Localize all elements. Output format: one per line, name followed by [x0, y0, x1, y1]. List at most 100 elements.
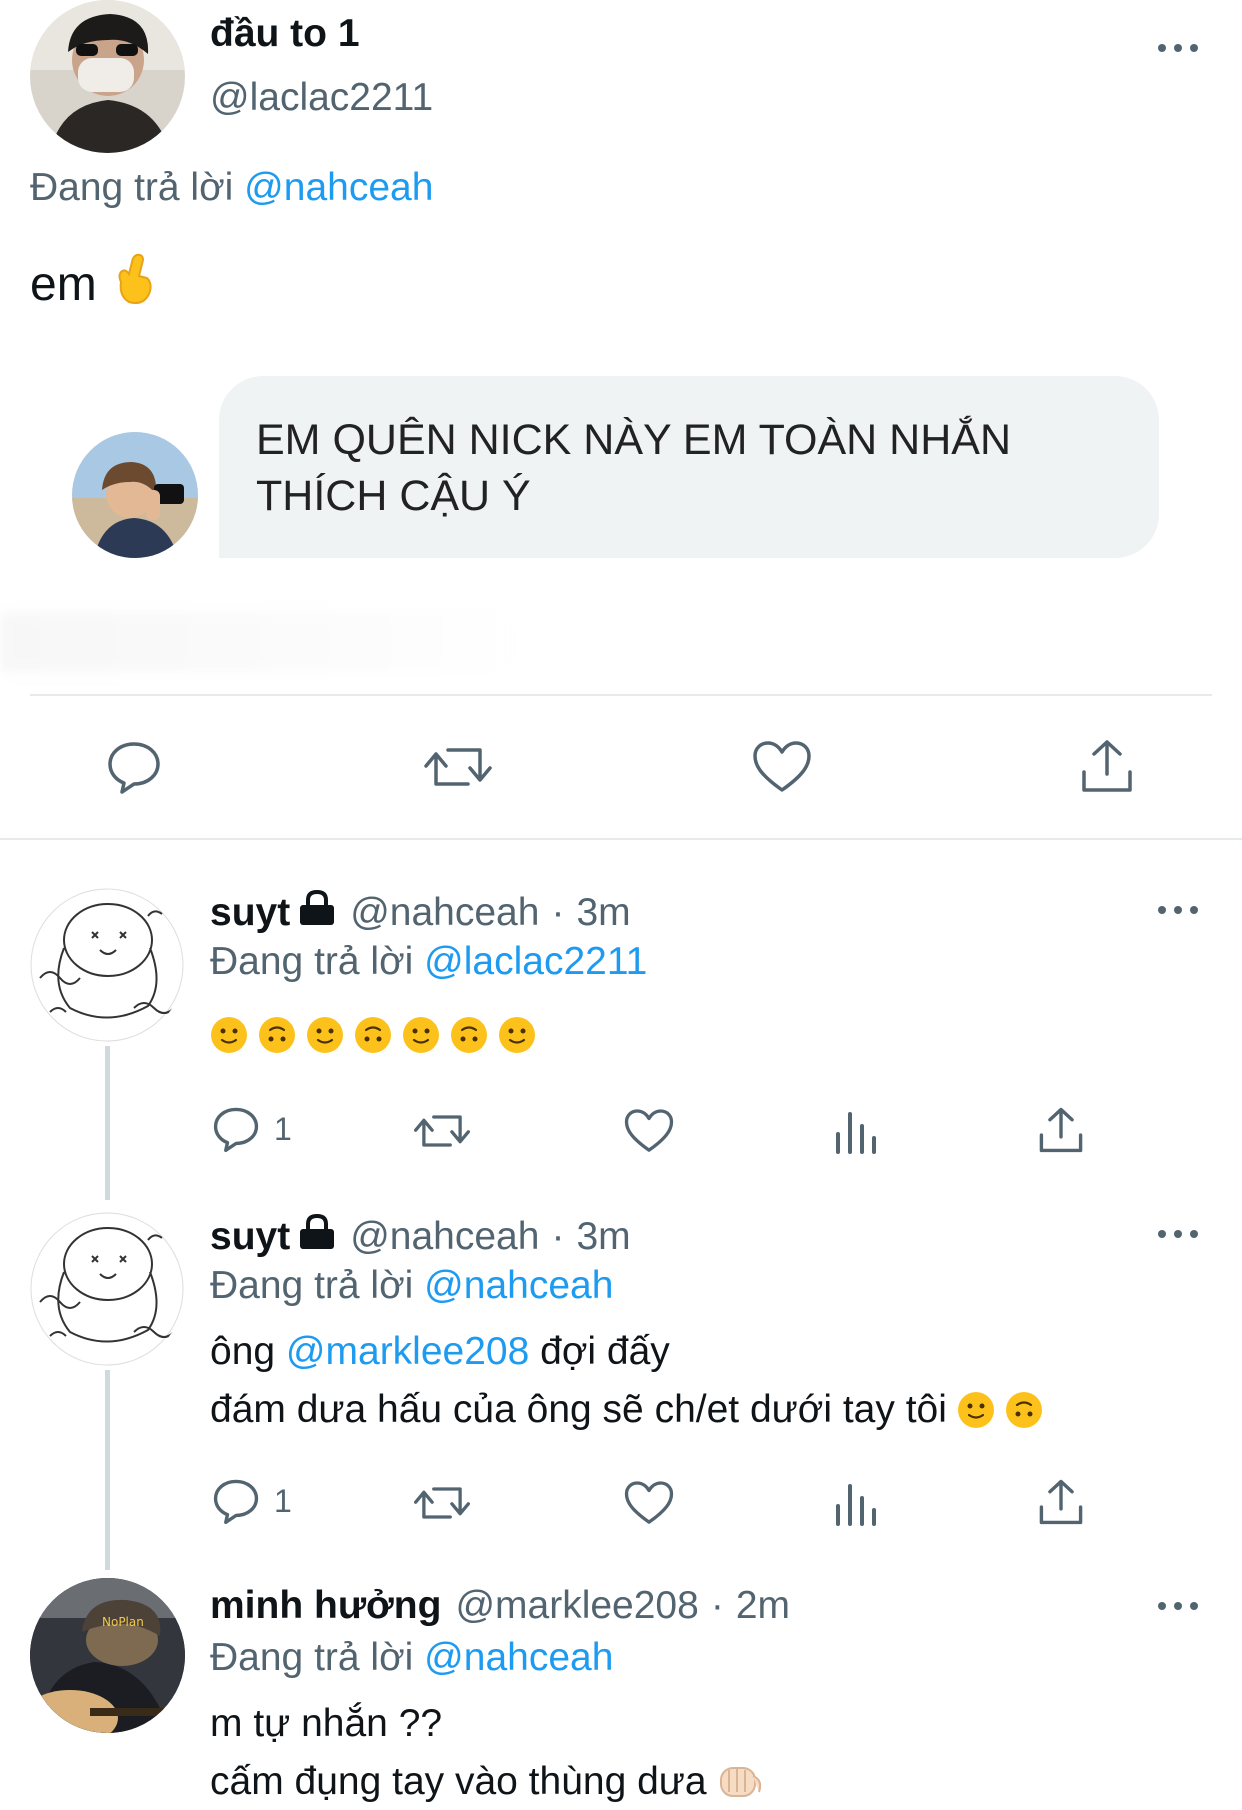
reply-icon [213, 1479, 259, 1524]
reply-header: suyt @nahceah · 3m [210, 889, 631, 936]
analytics-button[interactable] [834, 1480, 878, 1526]
reply-author-name[interactable]: suyt [210, 1215, 290, 1259]
more-icon[interactable] [1158, 1228, 1198, 1240]
svg-text:NoPlan: NoPlan [102, 1615, 144, 1629]
analytics-button[interactable] [834, 1108, 878, 1154]
author-avatar[interactable] [30, 0, 185, 153]
reply-text-prefix: ông [210, 1330, 276, 1373]
reply-author-handle[interactable]: @nahceah [350, 891, 539, 935]
share-icon [1082, 740, 1132, 792]
dm-text: EM QUÊN NICK NÀY EM TOÀN NHẮN THÍCH CẬU … [256, 416, 1012, 520]
slightly-smiling-face-icon [957, 1392, 994, 1428]
replying-to: Đang trả lời @nahceah [210, 1264, 613, 1308]
reply-header: minh hưởng @marklee208 · 2m [210, 1584, 790, 1628]
reply-author-name[interactable]: minh hưởng [210, 1584, 441, 1628]
separator: · [710, 1584, 724, 1627]
replying-to: Đang trả lời @nahceah [210, 1636, 613, 1680]
more-icon[interactable] [1158, 1600, 1198, 1612]
reply-icon [108, 742, 160, 794]
retweet-button[interactable] [414, 1110, 470, 1152]
mention-link[interactable]: @marklee208 [286, 1330, 529, 1373]
reply-count: 1 [274, 1110, 292, 1147]
divider [0, 838, 1242, 840]
reply-time[interactable]: 3m [576, 1215, 630, 1259]
retweet-button[interactable] [414, 1482, 470, 1524]
reply-avatar[interactable] [30, 888, 185, 1043]
slightly-smiling-face-icon [307, 1017, 343, 1053]
more-icon[interactable] [1158, 42, 1198, 54]
upside-down-face-icon [1005, 1392, 1042, 1428]
upside-down-face-icon [451, 1017, 487, 1053]
reply-text-line: ông @marklee208 đợi đấy [210, 1330, 670, 1374]
reply-icon [213, 1107, 259, 1152]
analytics-icon [836, 1484, 876, 1526]
share-icon [1039, 1479, 1083, 1525]
like-button[interactable] [624, 1108, 674, 1154]
replying-to: Đang trả lời @nahceah [30, 166, 433, 210]
like-icon [624, 1109, 674, 1152]
reply-author-name[interactable]: suyt [210, 891, 290, 935]
separator: · [551, 891, 565, 934]
emoji-row [210, 1016, 536, 1054]
like-icon [624, 1481, 674, 1524]
lock-icon [298, 889, 336, 936]
reply-prefix: Đang trả lời [30, 166, 234, 209]
slightly-smiling-face-icon [211, 1017, 247, 1053]
reply-text-line: đám dưa hấu của ông sẽ ch/et dưới tay tô… [210, 1388, 1043, 1432]
reply-prefix: Đang trả lời [210, 940, 414, 983]
fist-icon [719, 1767, 761, 1797]
share-button[interactable] [1038, 1478, 1084, 1526]
reply-author-handle[interactable]: @marklee208 [455, 1584, 698, 1628]
lock-icon [298, 1213, 336, 1260]
dm-avatar [72, 432, 198, 558]
retweet-icon [424, 748, 492, 786]
thread-line [105, 1046, 110, 1200]
reply-header: suyt @nahceah · 3m [210, 1213, 631, 1260]
like-icon [753, 741, 811, 792]
reply-count: 1 [274, 1482, 292, 1519]
reply-button[interactable]: 1 [212, 1478, 292, 1524]
blurred-area [0, 612, 520, 672]
reply-time[interactable]: 2m [736, 1584, 790, 1628]
retweet-icon [414, 1487, 470, 1519]
share-button[interactable] [1080, 738, 1134, 794]
reply-time[interactable]: 3m [576, 891, 630, 935]
analytics-icon [836, 1112, 876, 1154]
slightly-smiling-face-icon [499, 1017, 535, 1053]
reply-text-line: m tự nhắn ?? [210, 1702, 443, 1745]
crossed-fingers-icon [115, 252, 155, 316]
reply-to-mention[interactable]: @nahceah [244, 166, 433, 209]
retweet-button[interactable] [424, 742, 492, 792]
tweet-text-content: em [30, 257, 97, 311]
slightly-smiling-face-icon [403, 1017, 439, 1053]
reply-text-content: đám dưa hấu của ông sẽ ch/et dưới tay tô… [210, 1388, 947, 1431]
reply-button[interactable]: 1 [212, 1106, 292, 1152]
separator: · [551, 1215, 565, 1258]
like-button[interactable] [752, 740, 812, 794]
reply-to-mention[interactable]: @laclac2211 [424, 940, 647, 983]
divider [30, 694, 1212, 696]
reply-to-mention[interactable]: @nahceah [424, 1636, 613, 1679]
tweet-text: em [30, 252, 155, 316]
reply-prefix: Đang trả lời [210, 1636, 414, 1679]
reply-avatar[interactable] [30, 1212, 185, 1367]
like-button[interactable] [624, 1480, 674, 1526]
thread-line [105, 1370, 110, 1570]
more-icon[interactable] [1158, 904, 1198, 916]
share-button[interactable] [1038, 1106, 1084, 1154]
reply-text-content: cấm đụng tay vào thùng dưa [210, 1760, 707, 1803]
replying-to: Đang trả lời @laclac2211 [210, 940, 647, 984]
reply-text-suffix: đợi đấy [540, 1330, 670, 1373]
reply-author-handle[interactable]: @nahceah [350, 1215, 539, 1259]
author-handle[interactable]: @laclac2211 [210, 76, 433, 120]
author-name[interactable]: đầu to 1 [210, 12, 360, 56]
upside-down-face-icon [355, 1017, 391, 1053]
reply-prefix: Đang trả lời [210, 1264, 414, 1307]
retweet-icon [414, 1115, 470, 1147]
reply-avatar[interactable]: NoPlan [30, 1578, 185, 1733]
reply-to-mention[interactable]: @nahceah [424, 1264, 613, 1307]
upside-down-face-icon [259, 1017, 295, 1053]
reply-text-line: cấm đụng tay vào thùng dưa [210, 1760, 763, 1804]
share-icon [1039, 1107, 1083, 1153]
reply-button[interactable] [106, 740, 162, 794]
